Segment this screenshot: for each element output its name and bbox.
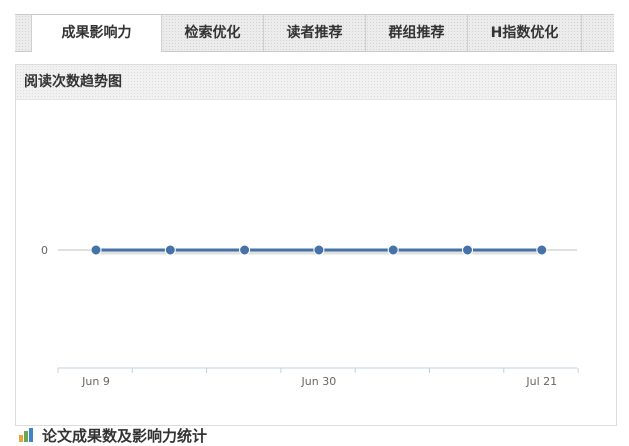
- tab-h-index-optimization[interactable]: H指数优化: [468, 15, 582, 51]
- section-paper-stats: 论文成果数及影响力统计: [18, 426, 207, 446]
- data-point: [536, 244, 548, 256]
- tab-group-recommend[interactable]: 群组推荐: [366, 15, 468, 51]
- tab-bar: 成果影响力 检索优化 读者推荐 群组推荐 H指数优化: [15, 14, 614, 52]
- data-point: [90, 244, 102, 256]
- x-tick-label: Jul 21: [525, 375, 557, 388]
- section-title: 论文成果数及影响力统计: [42, 427, 208, 445]
- x-tick-label: Jun 30: [301, 375, 337, 388]
- data-point: [313, 244, 325, 256]
- bar-chart-icon: [19, 427, 33, 442]
- reading-trend-chart: 0 Jun 9 Jun 30 Jul 21: [41, 244, 579, 388]
- data-point: [387, 244, 399, 256]
- reading-trend-panel: 阅读次数趋势图 0 Jun 9 Jun 30 Jul 21: [15, 64, 617, 426]
- y-tick-label: 0: [41, 244, 48, 257]
- x-tick-label: Jun 9: [81, 375, 110, 388]
- tab-reader-recommend[interactable]: 读者推荐: [264, 15, 366, 51]
- tab-search-optimization[interactable]: 检索优化: [162, 15, 264, 51]
- data-point: [239, 244, 251, 256]
- tab-achievement-impact[interactable]: 成果影响力: [31, 15, 162, 52]
- data-point: [462, 244, 473, 256]
- data-point: [164, 244, 176, 256]
